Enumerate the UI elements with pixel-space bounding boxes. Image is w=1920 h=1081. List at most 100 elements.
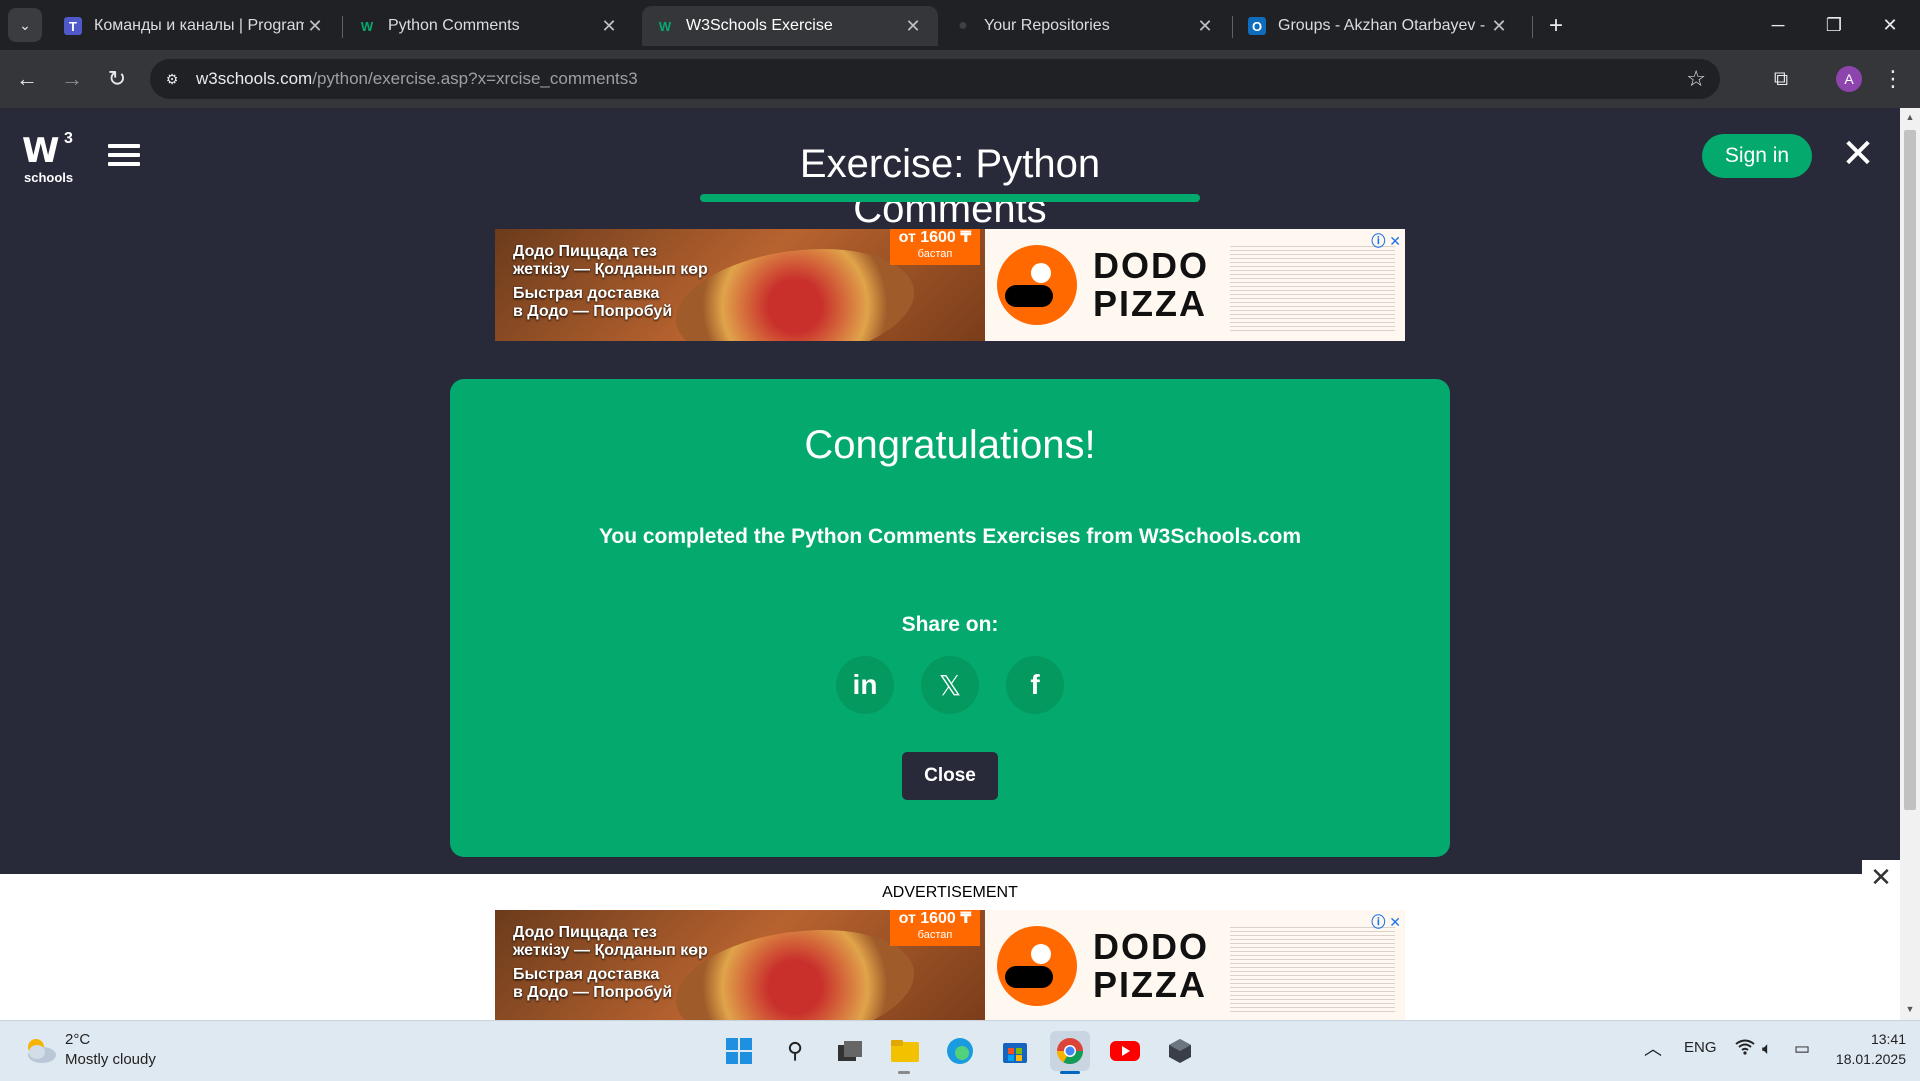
forward-arrow-icon[interactable]: → [55,62,89,96]
show-hidden-icons-chevron-icon[interactable]: ︿ [1644,1035,1662,1061]
file-explorer-icon[interactable] [885,1031,925,1071]
address-bar[interactable]: ⚙ w3schools.com/python/exercise.asp?x=xr… [150,59,1720,99]
ad-price-sub: бастап [917,929,953,941]
cloudy-weather-icon[interactable] [22,1035,58,1065]
volume-icon[interactable]: 🔈︎ [1762,1039,1772,1059]
app-cube-icon[interactable] [1160,1031,1200,1071]
browser-menu-icon[interactable]: ⋮ [1876,62,1910,96]
url-path: /python/exercise.asp?x=xrcise_comments3 [312,69,638,88]
new-tab-plus-icon[interactable]: + [1540,10,1572,42]
bookmark-star-icon[interactable]: ☆ [1686,66,1706,92]
tab-w3schools-exercise[interactable]: W W3Schools Exercise ✕ [642,6,938,46]
ad-price-sub: бастап [917,248,953,260]
language-indicator[interactable]: ENG [1684,1039,1717,1056]
title-underline [700,194,1200,202]
ad-text-line-1: Додо Пиццада тез [513,924,657,941]
ad-choices-icon[interactable]: ⓘ ✕ [1371,912,1401,932]
tab-title: Python Comments [388,17,520,34]
share-label: Share on: [901,613,999,636]
linkedin-share-icon[interactable]: in [836,656,894,714]
ad-price: от 1600 ₸ [898,229,972,246]
reload-icon[interactable]: ↻ [100,62,134,96]
page-content: W 3 schools Exercise: Python Comments Si… [0,108,1900,1020]
tab-close-icon[interactable]: ✕ [304,16,326,37]
page-scrollbar[interactable]: ▲ ▼ [1900,108,1920,1020]
running-indicator [898,1071,910,1074]
site-info-icon[interactable]: ⚙ [162,69,182,89]
browser-toolbar: ← → ↻ ⚙ w3schools.com/python/exercise.as… [0,50,1920,108]
browser-tab-strip: ⌄ T Команды и каналы | Programm ✕ W Pyth… [0,0,1920,50]
tab-search-chevron-icon[interactable]: ⌄ [8,8,42,42]
tab-title: Groups - Akzhan Otarbayev - O [1278,17,1488,34]
close-exercise-icon[interactable]: ✕ [1838,132,1878,176]
tab-python-comments[interactable]: W Python Comments ✕ [344,6,634,46]
extensions-puzzle-icon[interactable]: ⧉ [1764,62,1798,96]
ad-brand: DODO PIZZA [1093,928,1209,1004]
tab-divider [1232,16,1233,38]
tab-teams[interactable]: T Команды и каналы | Programm ✕ [50,6,340,46]
outlook-icon: O [1248,17,1266,35]
completion-message: You completed the Python Comments Exerci… [598,525,1302,548]
battery-icon[interactable]: ▭ [1794,1039,1810,1059]
window-close-icon[interactable]: ✕ [1862,0,1918,50]
youtube-icon[interactable] [1105,1031,1145,1071]
ad-text-line-4: в Додо — Попробуй [513,984,673,1001]
tab-groups-outlook[interactable]: O Groups - Akzhan Otarbayev - O ✕ [1234,6,1524,46]
dodo-logo-icon [997,245,1077,325]
chrome-icon[interactable] [1050,1031,1090,1071]
url-text[interactable]: w3schools.com/python/exercise.asp?x=xrci… [196,69,638,89]
x-share-icon[interactable]: 𝕏 [921,656,979,714]
ad-fine-print [1230,924,1395,1014]
minimize-icon[interactable]: ─ [1750,0,1806,50]
w3schools-icon: W [658,18,672,34]
ad-photo: Додо Пиццада тез жеткізу — Қолданып көр … [495,910,985,1020]
ad-price-badge: от 1600 ₸ бастап [890,229,980,265]
ad-text-line-3: Быстрая доставка [513,285,660,302]
congratulations-heading: Congratulations! [804,423,1096,467]
tab-title: W3Schools Exercise [686,17,833,34]
ad-price: от 1600 ₸ [898,910,972,927]
tab-title: Your Repositories [984,17,1110,34]
tab-close-icon[interactable]: ✕ [1488,16,1510,37]
scroll-up-arrow-icon[interactable]: ▲ [1900,112,1920,122]
windows-start-icon[interactable] [719,1031,759,1071]
scrollbar-thumb[interactable] [1904,130,1916,810]
sign-in-button[interactable]: Sign in [1702,134,1812,178]
ad-brand: DODO PIZZA [1093,247,1209,323]
microsoft-store-icon[interactable] [995,1031,1035,1071]
tab-title: Команды и каналы | Programm [94,17,304,34]
tab-close-icon[interactable]: ✕ [1194,16,1216,37]
tab-close-icon[interactable]: ✕ [598,16,620,37]
dodo-logo-icon [997,926,1077,1006]
dodo-pizza-ad-top[interactable]: Додо Пиццада тез жеткізу — Қолданып көр … [495,229,1405,341]
restore-icon[interactable]: ❐ [1806,0,1862,50]
logo-subtext: schools [24,170,74,185]
clock-date: 18.01.2025 [1835,1051,1906,1067]
close-button[interactable]: Close [902,752,998,800]
weather-temperature[interactable]: 2°C [65,1031,90,1048]
ad-choices-icon[interactable]: ⓘ ✕ [1371,231,1401,251]
hamburger-menu-icon[interactable] [108,144,140,170]
ad-text-line-2: жеткізу — Қолданып көр [513,261,708,278]
url-host: w3schools.com [196,69,313,88]
task-view-icon[interactable] [830,1031,870,1071]
tab-your-repositories[interactable]: ● Your Repositories ✕ [940,6,1230,46]
tab-close-icon[interactable]: ✕ [902,16,924,37]
profile-avatar[interactable]: A [1836,66,1862,92]
wifi-icon[interactable] [1735,1039,1755,1060]
windows-taskbar: 2°C Mostly cloudy ⚲ ︿ ENG 🔈︎ ▭ 13:41 18.… [0,1020,1920,1081]
edge-icon[interactable] [940,1031,980,1071]
ad-text-line-1: Додо Пиццада тез [513,243,657,260]
system-clock[interactable]: 13:41 18.01.2025 [1834,1029,1906,1069]
w3schools-logo[interactable]: W 3 schools [22,130,78,185]
weather-description[interactable]: Mostly cloudy [65,1051,156,1068]
facebook-share-icon[interactable]: f [1006,656,1064,714]
tab-divider [342,16,343,38]
scroll-down-arrow-icon[interactable]: ▼ [1900,1004,1920,1014]
back-arrow-icon[interactable]: ← [10,62,44,96]
dodo-pizza-ad-bottom[interactable]: Додо Пиццада тез жеткізу — Қолданып көр … [495,910,1405,1020]
clock-time: 13:41 [1870,1031,1906,1047]
ad-price-badge: от 1600 ₸ бастап [890,910,980,946]
search-icon[interactable]: ⚲ [775,1031,815,1071]
ad-brand-line-1: DODO [1093,245,1209,286]
